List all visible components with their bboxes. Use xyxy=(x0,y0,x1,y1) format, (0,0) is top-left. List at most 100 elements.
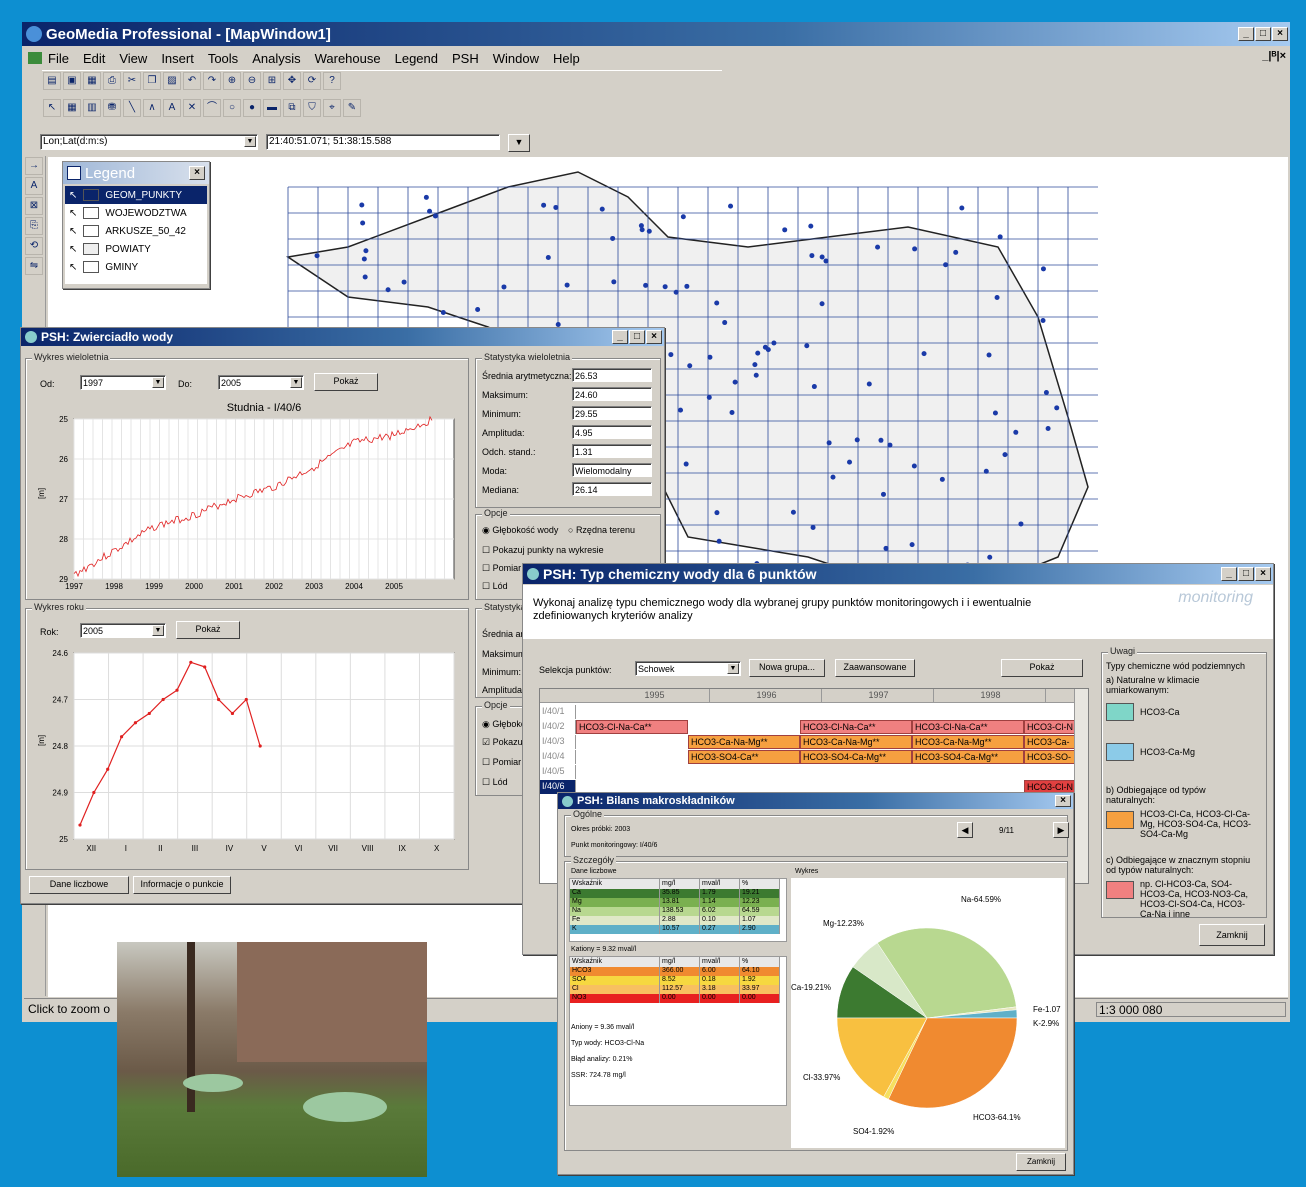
check-points[interactable]: ☐ Pokazuj punkty na wykresie xyxy=(482,545,604,556)
edit-icon[interactable]: ✎ xyxy=(343,99,361,117)
text-tool-icon[interactable]: A xyxy=(25,177,43,195)
monitoring-point[interactable] xyxy=(728,203,734,209)
copy-icon[interactable]: ❐ xyxy=(143,72,161,90)
monitoring-point[interactable] xyxy=(810,524,816,530)
monitoring-point[interactable] xyxy=(361,256,367,262)
monitoring-point[interactable] xyxy=(811,384,817,390)
grid-scrollbar[interactable] xyxy=(1074,689,1088,883)
monitoring-point[interactable] xyxy=(953,249,959,255)
legend-item[interactable]: ↖ GMINY xyxy=(65,258,207,276)
monitoring-point[interactable] xyxy=(729,410,735,416)
monitoring-point[interactable] xyxy=(912,246,918,252)
close-button[interactable]: × xyxy=(1272,27,1288,41)
next-button[interactable]: ▶ xyxy=(1053,822,1069,838)
zw-maximize[interactable]: □ xyxy=(629,330,645,344)
legend-item[interactable]: ↖ POWIATY xyxy=(65,240,207,258)
sel-select[interactable]: Schowek ▼ xyxy=(635,661,741,676)
typ-show-button[interactable]: Pokaż xyxy=(1001,659,1083,677)
radio2-depth[interactable]: ◉ Głęboko xyxy=(482,719,526,730)
paste-icon[interactable]: ▨ xyxy=(163,72,181,90)
zw-close[interactable]: × xyxy=(646,330,662,344)
grid-cell[interactable]: HCO3-Cl-Na-Ca** xyxy=(912,720,1024,734)
monitoring-point[interactable] xyxy=(440,310,446,316)
show-button-1[interactable]: Pokaż xyxy=(314,373,378,391)
monitoring-point[interactable] xyxy=(432,213,438,219)
monitoring-point[interactable] xyxy=(732,379,738,385)
typ-close-button[interactable]: Zamknij xyxy=(1199,924,1265,946)
menu-tools[interactable]: Tools xyxy=(208,51,238,66)
monitoring-point[interactable] xyxy=(887,442,893,448)
circle-icon[interactable]: ○ xyxy=(223,99,241,117)
monitoring-point[interactable] xyxy=(755,350,761,356)
menu-analysis[interactable]: Analysis xyxy=(252,51,300,66)
menu-psh[interactable]: PSH xyxy=(452,51,479,66)
monitoring-point[interactable] xyxy=(1002,452,1008,458)
help-icon[interactable]: ? xyxy=(323,72,341,90)
monitoring-point[interactable] xyxy=(706,394,712,400)
monitoring-point[interactable] xyxy=(939,476,945,482)
monitoring-point[interactable] xyxy=(385,287,391,293)
monitoring-point[interactable] xyxy=(643,282,649,288)
dane-liczbowe-button[interactable]: Dane liczbowe xyxy=(29,876,129,894)
check-lod[interactable]: ☐ Lód xyxy=(482,581,508,592)
line-icon[interactable]: ╲ xyxy=(123,99,141,117)
monitoring-point[interactable] xyxy=(545,255,551,261)
select-icon[interactable]: ↖ xyxy=(43,99,61,117)
grid-cell[interactable]: HCO3-Cl-Na-Ca** xyxy=(800,720,912,734)
text-icon[interactable]: A xyxy=(163,99,181,117)
monitoring-point[interactable] xyxy=(1054,405,1060,411)
new-group-button[interactable]: Nowa grupa... xyxy=(749,659,825,677)
row-header[interactable]: I/40/5 xyxy=(540,765,576,779)
check2-points[interactable]: ☑ Pokazu xyxy=(482,737,523,748)
bil-titlebar[interactable]: PSH: Bilans makroskładników × xyxy=(558,793,1073,809)
flip-icon[interactable]: ⇋ xyxy=(25,257,43,275)
monitoring-point[interactable] xyxy=(911,463,917,469)
query-icon[interactable]: ⛃ xyxy=(103,99,121,117)
monitoring-point[interactable] xyxy=(819,254,825,260)
advanced-button[interactable]: Zaawansowane xyxy=(835,659,915,677)
undo-icon[interactable]: ↶ xyxy=(183,72,201,90)
monitoring-point[interactable] xyxy=(599,206,605,212)
insert-icon[interactable]: ⎘ xyxy=(25,217,43,235)
monitoring-point[interactable] xyxy=(1013,429,1019,435)
monitoring-point[interactable] xyxy=(878,437,884,443)
bil-close-button[interactable]: Zamknij xyxy=(1016,1153,1066,1171)
chevron-down-icon[interactable]: ▼ xyxy=(290,377,302,388)
monitoring-point[interactable] xyxy=(360,220,366,226)
monitoring-point[interactable] xyxy=(1040,266,1046,272)
monitoring-point[interactable] xyxy=(819,301,825,307)
monitoring-point[interactable] xyxy=(716,538,722,544)
check2-pomiar[interactable]: ☐ Pomiar xyxy=(482,757,521,768)
monitoring-point[interactable] xyxy=(830,474,836,480)
show-button-2[interactable]: Pokaż xyxy=(176,621,240,639)
menu-warehouse[interactable]: Warehouse xyxy=(315,51,381,66)
menu-view[interactable]: View xyxy=(119,51,147,66)
monitoring-point[interactable] xyxy=(363,248,369,254)
monitoring-point[interactable] xyxy=(359,202,365,208)
polyline-icon[interactable]: ∧ xyxy=(143,99,161,117)
fit-icon[interactable]: ⊞ xyxy=(263,72,281,90)
mdi-controls[interactable]: _|ᴮ|× xyxy=(1262,50,1286,62)
monitoring-point[interactable] xyxy=(909,542,915,548)
rotate-icon[interactable]: ⟲ xyxy=(25,237,43,255)
monitoring-point[interactable] xyxy=(610,235,616,241)
monitoring-point[interactable] xyxy=(809,253,815,259)
legend-item[interactable]: ↖ ARKUSZE_50_42 xyxy=(65,222,207,240)
monitoring-point[interactable] xyxy=(714,510,720,516)
zoom-in-icon[interactable]: ⊕ xyxy=(223,72,241,90)
row-header[interactable]: I/40/2 xyxy=(540,720,576,734)
monitoring-point[interactable] xyxy=(943,262,949,268)
monitoring-point[interactable] xyxy=(611,279,617,285)
chevron-down-icon[interactable]: ▼ xyxy=(152,377,164,388)
typ-close[interactable]: × xyxy=(1255,567,1271,581)
info-button[interactable]: Informacje o punkcie xyxy=(133,876,231,894)
table-icon[interactable]: ▥ xyxy=(83,99,101,117)
monitoring-point[interactable] xyxy=(362,274,368,280)
arc-icon[interactable]: ⌒ xyxy=(203,99,221,117)
monitoring-point[interactable] xyxy=(714,300,720,306)
monitoring-point[interactable] xyxy=(541,202,547,208)
menu-legend[interactable]: Legend xyxy=(395,51,438,66)
snap-icon[interactable]: ⌖ xyxy=(323,99,341,117)
typ-minimize[interactable]: _ xyxy=(1221,567,1237,581)
monitoring-point[interactable] xyxy=(804,343,810,349)
